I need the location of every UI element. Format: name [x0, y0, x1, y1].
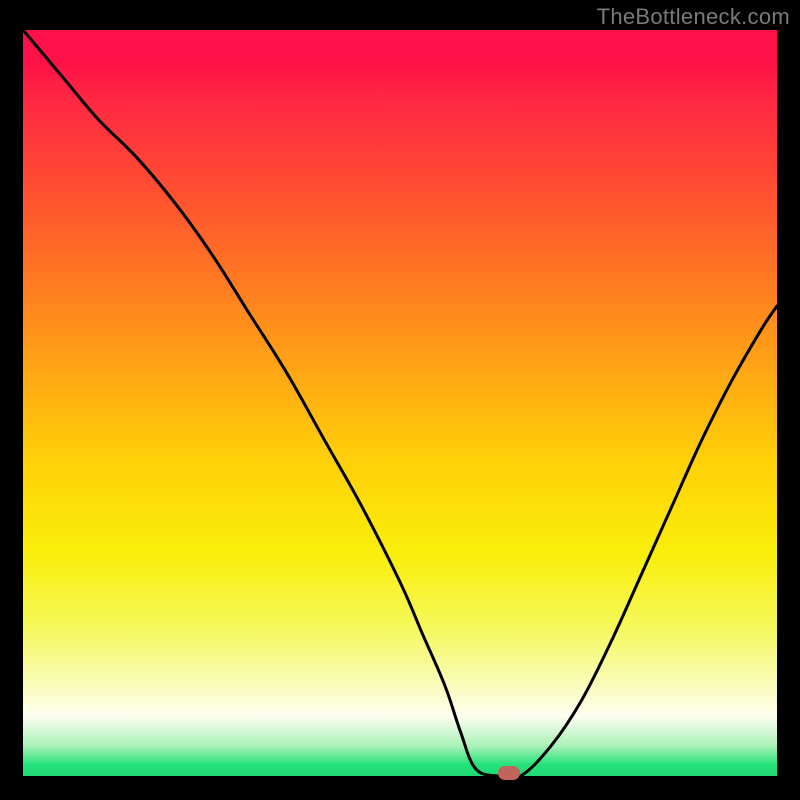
- watermark-text: TheBottleneck.com: [597, 4, 790, 30]
- curve-path: [23, 30, 777, 779]
- optimum-marker: [498, 766, 520, 780]
- plot-area: [23, 30, 777, 776]
- chart-frame: TheBottleneck.com: [0, 0, 800, 800]
- bottleneck-curve: [23, 30, 777, 776]
